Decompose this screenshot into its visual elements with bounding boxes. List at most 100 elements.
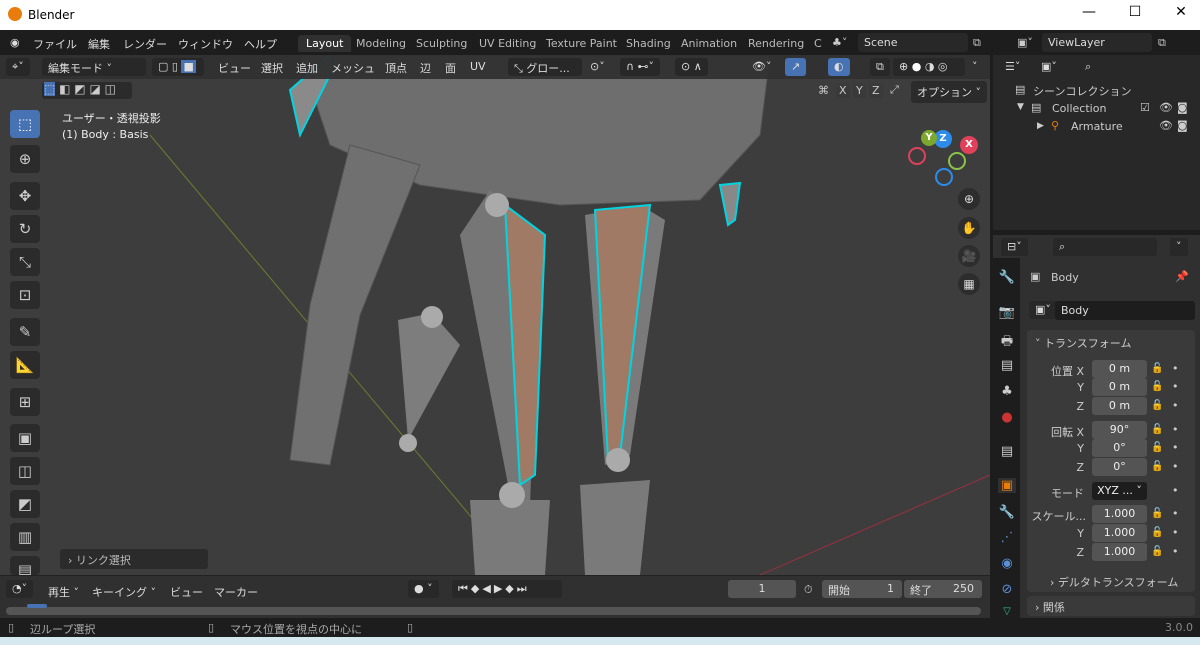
- gizmo-x-axis[interactable]: X: [960, 136, 978, 154]
- select-mode-buttons[interactable]: ▢ ▯ ■: [152, 58, 204, 76]
- tab-rendering[interactable]: Rendering: [740, 35, 812, 52]
- scene-field[interactable]: Scene: [858, 33, 968, 52]
- shading-buttons[interactable]: ⊕ ● ◑ ◎: [893, 58, 965, 76]
- camera-view-icon[interactable]: 🎥: [958, 245, 980, 267]
- keyframe-dot[interactable]: •: [1172, 484, 1179, 497]
- menu-file[interactable]: ファイル: [33, 36, 77, 52]
- tab-texture-paint[interactable]: Texture Paint: [538, 35, 625, 52]
- exclude-checkbox[interactable]: ☑: [1140, 101, 1150, 114]
- gizmo-y-axis[interactable]: Y: [921, 130, 937, 146]
- properties-editor-type[interactable]: ⊟˅: [1001, 238, 1028, 256]
- inset-tool[interactable]: ◫: [10, 457, 40, 485]
- mode-dropdown[interactable]: 編集モード ˅: [42, 58, 146, 76]
- lock-icon[interactable]: 🔓: [1151, 461, 1163, 472]
- knife-tool[interactable]: ▤: [10, 556, 40, 579]
- view-layer-tab-icon[interactable]: ▤: [998, 358, 1016, 373]
- keyframe-dot[interactable]: •: [1172, 441, 1179, 454]
- lock-icon[interactable]: 🔓: [1151, 381, 1163, 392]
- menu-uv[interactable]: UV: [470, 60, 486, 73]
- collection-tab-icon[interactable]: ▤: [998, 444, 1016, 459]
- menu-edge[interactable]: 辺: [420, 60, 431, 76]
- new-view-layer-icon[interactable]: ⧉: [1158, 36, 1166, 50]
- end-frame-field[interactable]: 終了 250: [904, 580, 982, 598]
- auto-merge-icon[interactable]: ⤢: [890, 83, 899, 97]
- timeline-scrubber[interactable]: [6, 607, 981, 615]
- xray-toggle[interactable]: ⧉: [870, 58, 890, 76]
- annotate-tool[interactable]: ✎: [10, 318, 40, 346]
- keyframe-dot[interactable]: •: [1172, 507, 1179, 520]
- current-frame-field[interactable]: 1: [728, 580, 796, 598]
- rotate-tool[interactable]: ↻: [10, 215, 40, 243]
- menu-help[interactable]: ヘルプ: [244, 36, 277, 52]
- properties-options[interactable]: ˅: [1170, 238, 1188, 256]
- tab-sculpting[interactable]: Sculpting: [408, 35, 475, 52]
- location-x-field[interactable]: 0 m: [1092, 360, 1147, 378]
- delta-transform-panel[interactable]: › デルタトランスフォーム: [1050, 574, 1178, 590]
- location-y-field[interactable]: 0 m: [1092, 378, 1147, 396]
- select-box-tool[interactable]: ⬚: [10, 110, 40, 138]
- menu-keying[interactable]: キーイング ˅: [92, 584, 156, 600]
- scale-y-field[interactable]: 1.000: [1092, 524, 1147, 542]
- shading-dropdown-icon[interactable]: ˅: [972, 60, 978, 73]
- outliner-item-collection[interactable]: ▼ ▤ Collection ☑ 👁 ◙: [993, 100, 1200, 118]
- eye-icon[interactable]: 👁: [1159, 101, 1173, 114]
- tab-layout[interactable]: Layout: [298, 35, 352, 52]
- editor-type-button[interactable]: ⌖˅: [6, 58, 30, 76]
- menu-add[interactable]: 追加: [296, 60, 318, 76]
- tab-shading[interactable]: Shading: [618, 35, 679, 52]
- keyframe-dot[interactable]: •: [1172, 545, 1179, 558]
- move-tool[interactable]: ✥: [10, 182, 40, 210]
- rotation-y-field[interactable]: 0°: [1092, 439, 1147, 457]
- minimize-button[interactable]: —: [1066, 4, 1112, 26]
- start-frame-field[interactable]: 開始 1: [822, 580, 902, 598]
- axis-y-toggle[interactable]: Y: [853, 83, 866, 98]
- menu-playback[interactable]: 再生 ˅: [48, 584, 79, 600]
- lock-icon[interactable]: 🔓: [1151, 363, 1163, 374]
- pin-icon[interactable]: 📌: [1175, 270, 1189, 283]
- keyframe-dot[interactable]: •: [1172, 399, 1179, 412]
- add-cube-tool[interactable]: ⊞: [10, 388, 40, 416]
- world-tab-icon[interactable]: ●: [998, 410, 1016, 425]
- outliner-search[interactable]: ⌕: [1079, 58, 1183, 76]
- lock-icon[interactable]: 🔓: [1151, 546, 1163, 557]
- object-tab-icon[interactable]: ▣: [998, 478, 1016, 493]
- keyframe-dot[interactable]: •: [1172, 362, 1179, 375]
- playback-controls[interactable]: ⏮◆◀▶◆⏭: [452, 580, 562, 598]
- menu-edit[interactable]: 編集: [88, 36, 110, 52]
- location-z-field[interactable]: 0 m: [1092, 397, 1147, 415]
- bevel-tool[interactable]: ◩: [10, 490, 40, 518]
- scene-tab-icon[interactable]: ♣: [998, 384, 1016, 399]
- constraints-tab-icon[interactable]: ⊘: [998, 582, 1016, 597]
- pivot-icon[interactable]: ⊙˅: [590, 60, 605, 73]
- modifier-tab-icon[interactable]: 🔧: [998, 505, 1016, 520]
- properties-search[interactable]: ⌕: [1053, 238, 1157, 256]
- lock-icon[interactable]: 🔓: [1151, 508, 1163, 519]
- scale-z-field[interactable]: 1.000: [1092, 543, 1147, 561]
- menu-select[interactable]: 選択: [261, 60, 283, 76]
- outliner-filter[interactable]: ▣˅: [1035, 58, 1063, 76]
- new-scene-icon[interactable]: ⧉: [973, 36, 981, 50]
- proportional-edit-icon[interactable]: ⊙ ∧: [675, 58, 708, 76]
- transform-orientation-dropdown[interactable]: ⤡ グロー...: [508, 58, 582, 76]
- gizmo-neg-x[interactable]: [908, 147, 926, 165]
- options-dropdown[interactable]: オプション ˅: [911, 81, 987, 103]
- gizmo-toggle[interactable]: ↗: [785, 58, 807, 76]
- tab-animation[interactable]: Animation: [673, 35, 745, 52]
- view-layer-icon[interactable]: ▣˅: [1017, 36, 1033, 49]
- loop-cut-tool[interactable]: ▥: [10, 523, 40, 551]
- tab-compositing[interactable]: C: [806, 35, 830, 52]
- rotation-mode-dropdown[interactable]: XYZ ... ˅: [1092, 482, 1147, 500]
- mirror-icon[interactable]: ⌘: [818, 84, 829, 97]
- axis-z-toggle[interactable]: Z: [869, 83, 883, 98]
- menu-face[interactable]: 面: [445, 60, 456, 76]
- keyframe-dot[interactable]: •: [1172, 423, 1179, 436]
- render-tab-icon[interactable]: 📷: [998, 305, 1016, 320]
- camera-icon[interactable]: ◙: [1177, 119, 1188, 132]
- blender-menu-icon[interactable]: ◉: [10, 36, 20, 49]
- cursor-tool[interactable]: ⊕: [10, 145, 40, 173]
- close-button[interactable]: ✕: [1158, 4, 1200, 26]
- gizmo-neg-y[interactable]: [948, 152, 966, 170]
- menu-view[interactable]: ビュー: [218, 60, 251, 76]
- snap-toggle[interactable]: ∩ ⊷˅: [620, 58, 661, 76]
- menu-marker[interactable]: マーカー: [214, 584, 258, 600]
